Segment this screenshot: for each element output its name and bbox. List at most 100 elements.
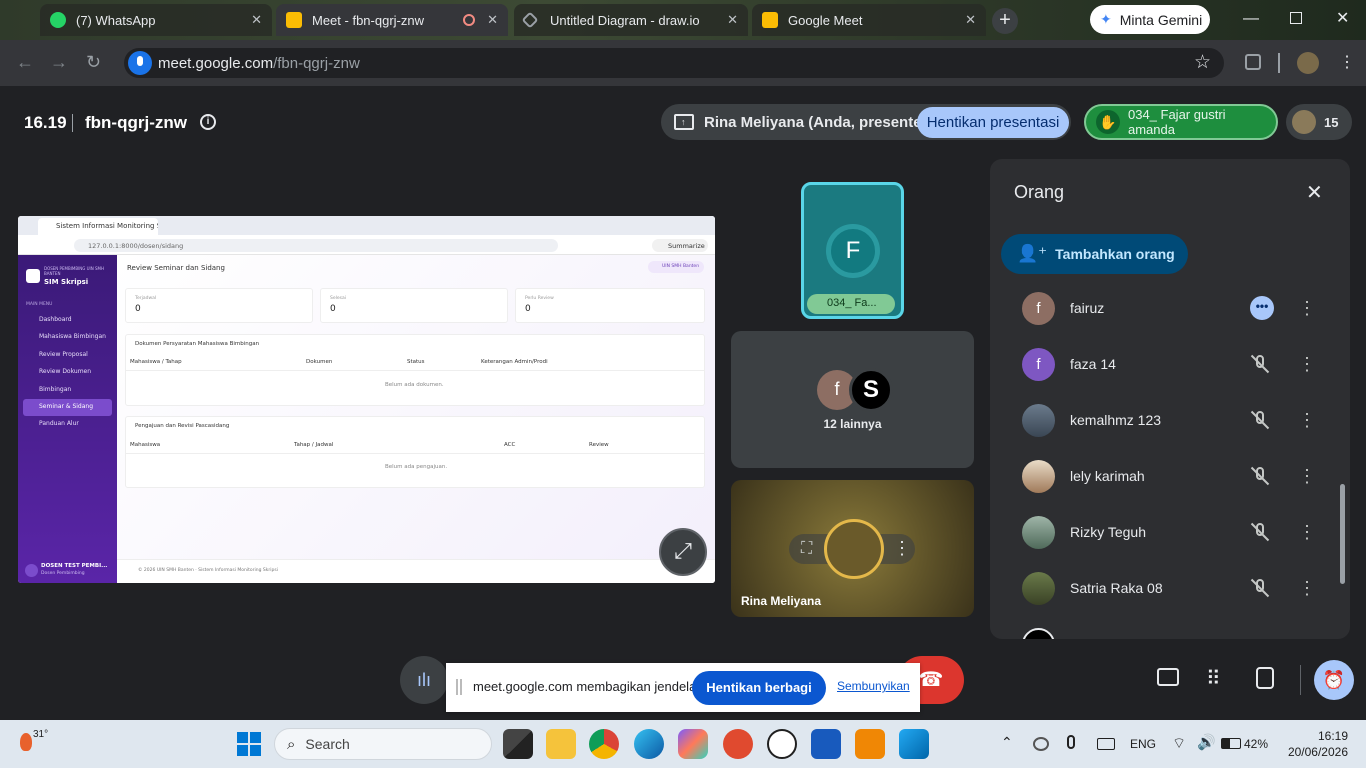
close-window-icon[interactable]: ✕ xyxy=(1336,8,1349,28)
copilot-icon[interactable] xyxy=(678,729,708,759)
avatar: f xyxy=(1022,291,1055,325)
shared-page-title: Review Seminar dan Sidang xyxy=(127,264,225,272)
more-options-icon[interactable]: ⋮ xyxy=(893,538,911,559)
scrollbar[interactable] xyxy=(1340,484,1345,584)
cloud-icon[interactable] xyxy=(1033,737,1049,751)
back-icon[interactable]: ← xyxy=(16,52,34,73)
user-avatar xyxy=(25,564,38,577)
user-name: DOSEN TEST PEMBI... xyxy=(41,563,108,569)
forward-icon[interactable]: → xyxy=(50,52,68,73)
participant-tile-f[interactable]: F 034_ Fa... xyxy=(801,182,904,319)
others-label: 12 lainnya xyxy=(823,417,882,431)
profile-avatar[interactable] xyxy=(1297,52,1319,74)
chrome-icon[interactable] xyxy=(589,729,619,759)
volume-icon[interactable]: 🔊 xyxy=(1197,733,1216,751)
hide-banner-link[interactable]: Sembunyikan xyxy=(837,679,910,693)
table-header: Status xyxy=(407,359,425,365)
language-indicator[interactable]: ENG xyxy=(1130,737,1156,751)
participant-name: fairuz xyxy=(1070,300,1105,316)
table-header: Review xyxy=(589,442,609,448)
more-options-icon[interactable]: ⋮ xyxy=(1298,467,1316,485)
more-options-icon[interactable]: ⋮ xyxy=(1298,523,1316,541)
minimize-icon[interactable]: — xyxy=(1243,10,1259,28)
timer-icon[interactable]: ⏰ xyxy=(1314,660,1354,700)
self-tile[interactable]: ⛶ ⋮ Rina Meliyana xyxy=(731,480,974,617)
new-tab-button[interactable]: + xyxy=(992,8,1018,34)
participants-button[interactable]: 15 xyxy=(1286,104,1352,140)
close-tab-icon[interactable]: ✕ xyxy=(251,12,262,28)
list-item[interactable]: Rizky Teguh ⋮ xyxy=(990,504,1330,560)
file-explorer-icon[interactable] xyxy=(546,729,576,759)
url-text: meet.google.com/fbn-qgrj-znw xyxy=(158,55,360,72)
more-options-icon[interactable]: ⋮ xyxy=(1298,355,1316,373)
shared-tab: Sistem Informasi Monitoring Skrip xyxy=(38,218,158,235)
more-options-icon[interactable]: ⋮ xyxy=(1298,411,1316,429)
divider xyxy=(125,370,705,371)
add-people-button[interactable]: 👤⁺ Tambahkan orang xyxy=(1001,234,1188,274)
presenter-label: Rina Meliyana (Anda, presenter) xyxy=(704,113,933,131)
tab-meet[interactable]: Meet - fbn-qgrj-znw ✕ xyxy=(276,4,508,36)
close-panel-icon[interactable]: ✕ xyxy=(1306,180,1323,205)
participant-name: lely karimah xyxy=(1070,468,1145,484)
stop-presenting-button[interactable]: Hentikan presentasi xyxy=(917,107,1069,138)
self-avatar xyxy=(824,519,884,579)
taskbar-search[interactable]: ⌕ Search xyxy=(274,728,492,760)
close-tab-icon[interactable]: ✕ xyxy=(727,12,738,28)
audio-levels-icon[interactable]: ılı xyxy=(400,656,448,704)
windows-start-icon[interactable] xyxy=(237,732,261,756)
tab-drawio[interactable]: Untitled Diagram - draw.io ✕ xyxy=(514,4,748,36)
raised-hand-chip[interactable]: ✋ 034_ Fajar gustri amanda xyxy=(1084,104,1278,140)
avatar xyxy=(1022,627,1055,639)
clock-time[interactable]: 16:19 xyxy=(1298,729,1348,743)
task-view-icon[interactable] xyxy=(503,729,533,759)
fullscreen-icon[interactable]: ⤢ xyxy=(659,528,707,576)
word-icon[interactable] xyxy=(811,729,841,759)
speaking-indicator-icon: ••• xyxy=(1250,296,1274,320)
more-options-icon[interactable]: ⋮ xyxy=(1298,299,1316,317)
host-controls-icon[interactable] xyxy=(1256,667,1274,689)
close-tab-icon[interactable]: ✕ xyxy=(965,12,976,28)
more-options-icon[interactable]: ⋮ xyxy=(1298,579,1316,597)
microphone-icon[interactable] xyxy=(1067,735,1075,749)
others-tile[interactable]: f S 12 lainnya xyxy=(731,331,974,468)
search-icon: ⌕ xyxy=(287,735,296,753)
extensions-icon[interactable] xyxy=(1245,54,1261,70)
microphone-in-use-icon[interactable] xyxy=(128,51,152,75)
gemini-button[interactable]: ✦ Minta Gemini xyxy=(1090,5,1210,34)
stop-sharing-button[interactable]: Hentikan berbagi xyxy=(692,671,826,705)
weather-icon[interactable] xyxy=(20,733,32,751)
maximize-icon[interactable] xyxy=(1290,12,1302,24)
hand-raised-icon: ✋ xyxy=(1096,110,1120,134)
activities-icon[interactable]: ⠿ xyxy=(1206,666,1221,691)
chat-icon[interactable] xyxy=(1157,668,1179,686)
clock-date[interactable]: 20/06/2026 xyxy=(1278,745,1348,759)
reload-icon[interactable]: ↻ xyxy=(86,52,101,73)
participants-avatars-icon xyxy=(1292,110,1316,134)
edge-icon[interactable] xyxy=(634,729,664,759)
tab-google-meet[interactable]: Google Meet ✕ xyxy=(752,4,986,36)
list-item[interactable] xyxy=(990,616,1330,639)
shared-profile: Summarize xyxy=(652,239,708,252)
drag-handle-icon[interactable] xyxy=(456,679,462,695)
wifi-icon[interactable]: ⌔ xyxy=(1172,734,1186,753)
meeting-info-icon[interactable]: i xyxy=(200,114,216,130)
drawio-icon[interactable] xyxy=(855,729,885,759)
list-item[interactable]: Satria Raka 08 ⋮ xyxy=(990,560,1330,616)
list-item[interactable]: f faza 14 ⋮ xyxy=(990,336,1330,392)
browser-menu-icon[interactable]: ⋮ xyxy=(1339,52,1355,72)
bookmark-star-icon[interactable]: ☆ xyxy=(1194,51,1211,74)
keyboard-icon[interactable] xyxy=(1097,738,1115,750)
battery-icon[interactable] xyxy=(1221,738,1241,749)
chatgpt-icon[interactable] xyxy=(767,729,797,759)
vscode-icon[interactable] xyxy=(899,729,929,759)
list-item[interactable]: f fairuz ••• ⋮ xyxy=(990,289,1330,336)
section-title: Dokumen Persyaratan Mahasiswa Bimbingan xyxy=(135,341,260,347)
close-tab-icon[interactable]: ✕ xyxy=(487,12,498,28)
frame-icon[interactable]: ⛶ xyxy=(801,540,812,558)
list-item[interactable]: kemalhmz 123 ⋮ xyxy=(990,392,1330,448)
tab-whatsapp[interactable]: (7) WhatsApp ✕ xyxy=(40,4,272,36)
show-hidden-icons[interactable]: ⌃ xyxy=(1001,734,1013,751)
list-item[interactable]: lely karimah ⋮ xyxy=(990,448,1330,504)
app-icon[interactable] xyxy=(723,729,753,759)
divider xyxy=(1278,53,1280,73)
